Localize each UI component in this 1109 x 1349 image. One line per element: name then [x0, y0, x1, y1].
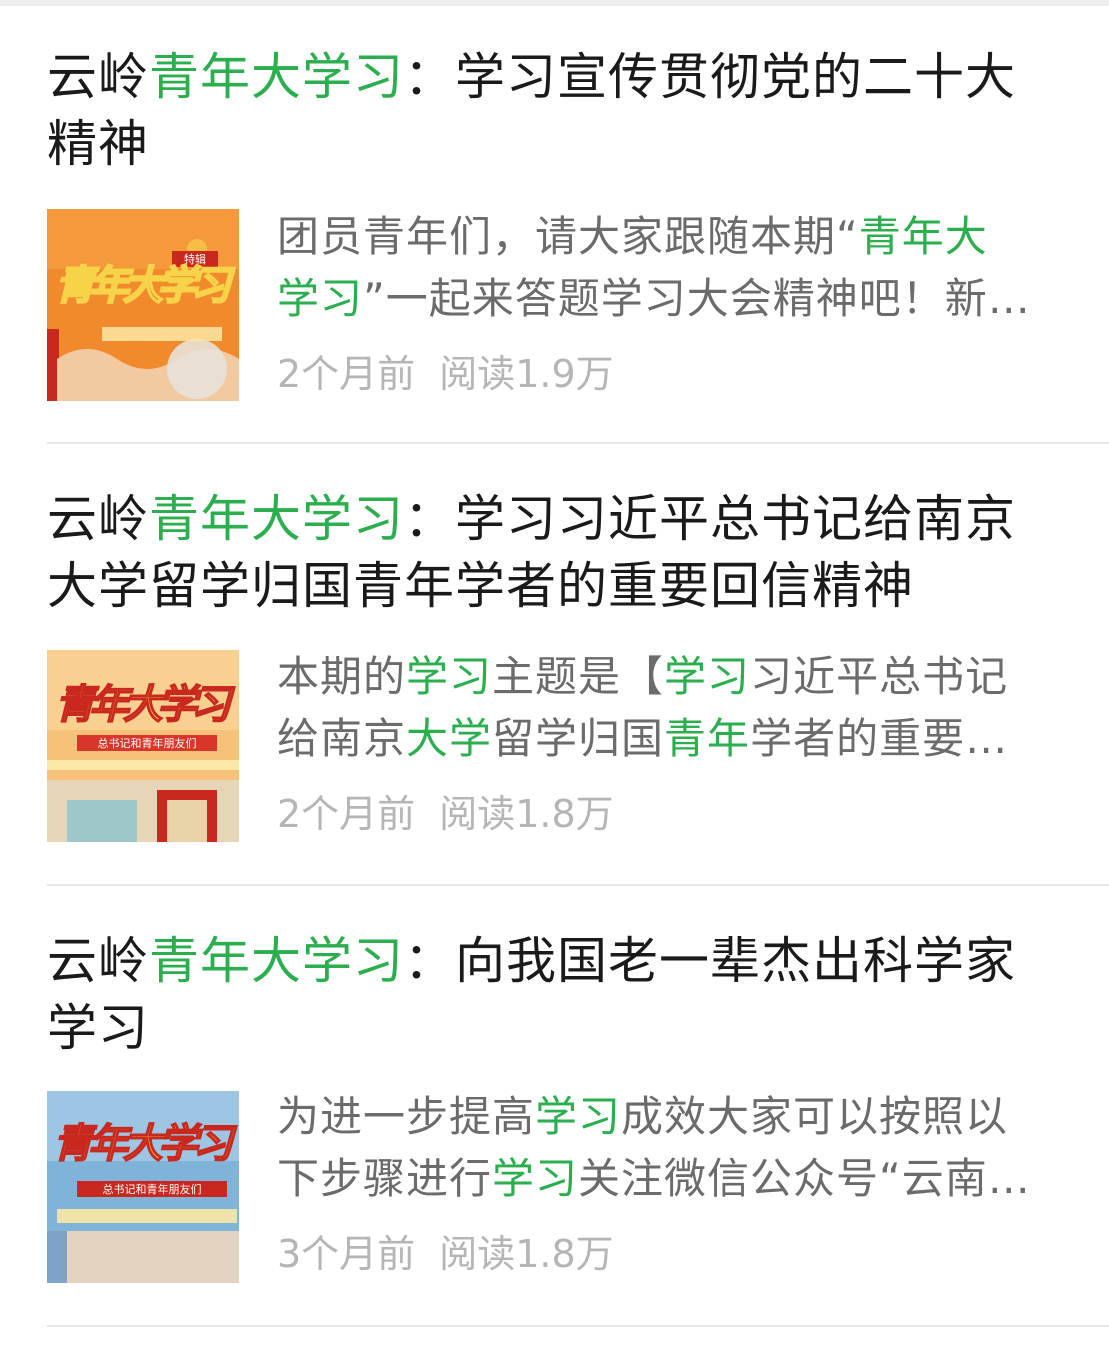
summary-line-2: 下步骤进行学习关注微信公众号“云南… [277, 1148, 1077, 1210]
thumb-title: 青年大学习 [55, 263, 235, 309]
divider [47, 884, 1109, 886]
thumb-title: 青年大学习 [53, 1121, 237, 1167]
article-title[interactable]: 云岭青年大学习：学习宣传贯彻党的二十大精神 [47, 44, 1047, 178]
text-segment: 学者的重要… [750, 714, 1009, 763]
text-segment: 留学归国 [492, 714, 665, 763]
article-item[interactable]: 云岭青年大学习：学习宣传贯彻党的二十大精神 特辑 青年大学习 团员青年们，请大家… [47, 44, 1109, 404]
highlight-keyword: 青年大学习 [149, 48, 404, 106]
article-title[interactable]: 云岭青年大学习：学习习近平总书记给南京大学留学归国青年学者的重要回信精神 [47, 486, 1047, 620]
text-segment: 成效大家可以按照以 [621, 1092, 1009, 1141]
article-thumbnail[interactable]: 特辑 青年大学习 [47, 209, 239, 401]
text-segment: ”一起来答题学习大会精神吧！新… [363, 274, 1031, 323]
summary-line-2: 学习”一起来答题学习大会精神吧！新… [277, 268, 1077, 330]
article-meta: 2个月前 阅读1.8万 [277, 789, 614, 839]
highlight-keyword: 学习 [664, 652, 751, 701]
highlight-keyword: 学习 [277, 274, 364, 323]
read-count: 阅读1.8万 [439, 1232, 614, 1276]
text-segment: 为进一步提高 [277, 1092, 536, 1141]
text-segment: 云岭 [47, 48, 149, 106]
highlight-keyword: 青年大 [858, 212, 988, 261]
text-segment: 云岭 [47, 932, 149, 990]
highlight-keyword: 学习 [535, 1092, 622, 1141]
summary-line-1: 本期的学习主题是【学习习近平总书记 [277, 646, 1077, 708]
article-meta: 2个月前 阅读1.9万 [277, 349, 614, 399]
text-segment: 关注微信公众号“云南… [578, 1154, 1031, 1203]
highlight-keyword: 学习 [406, 652, 493, 701]
top-strip [0, 0, 1109, 6]
divider [47, 442, 1109, 444]
publish-time: 2个月前 [277, 792, 416, 836]
publish-time: 2个月前 [277, 352, 416, 396]
article-summary: 本期的学习主题是【学习习近平总书记 给南京大学留学归国青年学者的重要… [277, 646, 1077, 770]
summary-line-1: 团员青年们，请大家跟随本期“青年大 [277, 206, 1077, 268]
publish-time: 3个月前 [277, 1232, 416, 1276]
read-count: 阅读1.9万 [439, 352, 614, 396]
read-count: 阅读1.8万 [439, 792, 614, 836]
article-summary: 为进一步提高学习成效大家可以按照以 下步骤进行学习关注微信公众号“云南… [277, 1086, 1077, 1210]
highlight-keyword: 大学 [406, 714, 493, 763]
highlight-keyword: 学习 [492, 1154, 579, 1203]
text-segment: 主题是【 [492, 652, 665, 701]
text-segment: 习近平总书记 [750, 652, 1009, 701]
article-title[interactable]: 云岭青年大学习：向我国老一辈杰出科学家学习 [47, 928, 1047, 1062]
summary-line-2: 给南京大学留学归国青年学者的重要… [277, 708, 1077, 770]
text-segment: 云岭 [47, 490, 149, 548]
text-segment: 团员青年们，请大家跟随本期“ [277, 212, 859, 261]
thumb-title: 青年大学习 [55, 682, 235, 728]
article-summary: 团员青年们，请大家跟随本期“青年大 学习”一起来答题学习大会精神吧！新… [277, 206, 1077, 330]
article-thumbnail[interactable]: 总书记和青年朋友们 青年大学习 [47, 1091, 239, 1283]
text-segment: 给南京 [277, 714, 407, 763]
summary-line-1: 为进一步提高学习成效大家可以按照以 [277, 1086, 1077, 1148]
text-segment: 下步骤进行 [277, 1154, 493, 1203]
text-segment: 本期的 [277, 652, 407, 701]
thumb-badge: 总书记和青年朋友们 [103, 1182, 202, 1196]
divider [47, 1325, 1109, 1327]
article-item[interactable]: 云岭青年大学习：向我国老一辈杰出科学家学习 总书记和青年朋友们 青年大学习 为进… [47, 928, 1109, 1288]
highlight-keyword: 青年大学习 [149, 490, 404, 548]
highlight-keyword: 青年 [664, 714, 751, 763]
article-item[interactable]: 云岭青年大学习：学习习近平总书记给南京大学留学归国青年学者的重要回信精神 总书记… [47, 486, 1109, 846]
article-thumbnail[interactable]: 总书记和青年朋友们 青年大学习 [47, 650, 239, 842]
article-meta: 3个月前 阅读1.8万 [277, 1229, 614, 1279]
thumb-badge: 总书记和青年朋友们 [98, 736, 197, 750]
highlight-keyword: 青年大学习 [149, 932, 404, 990]
